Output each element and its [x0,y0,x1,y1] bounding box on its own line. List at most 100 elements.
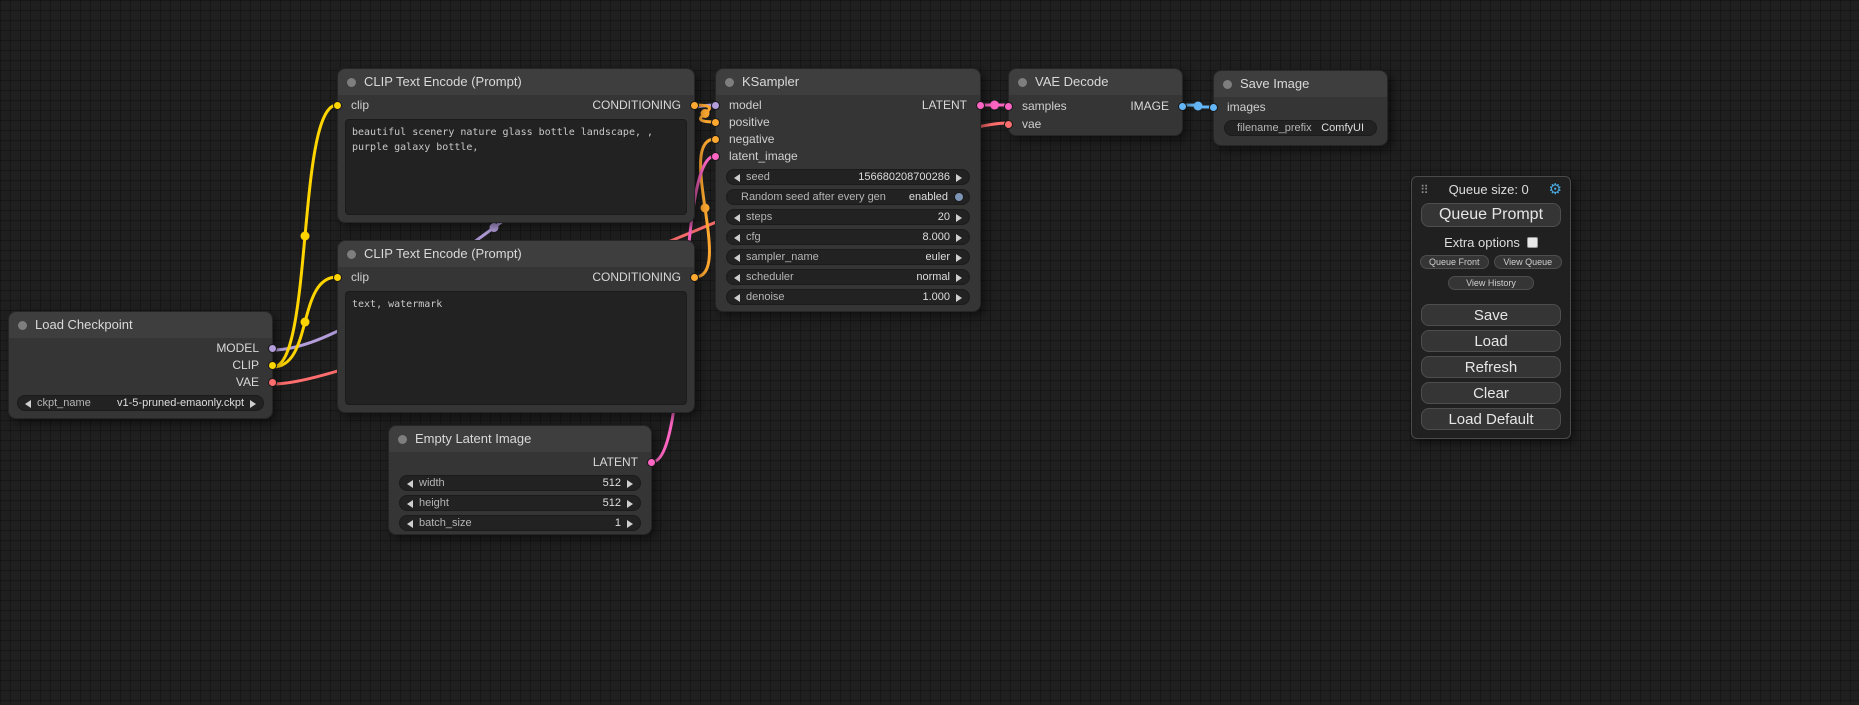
input-port-samples[interactable] [1004,102,1013,111]
increment-arrow-icon[interactable] [956,214,962,222]
increment-arrow-icon[interactable] [956,174,962,182]
widget-ckpt-name[interactable]: ckpt_name v1-5-pruned-emaonly.ckpt [17,395,264,411]
increment-arrow-icon[interactable] [956,294,962,302]
settings-gear-icon[interactable]: ⚙ [1549,182,1562,197]
widget-scheduler[interactable]: scheduler normal [726,269,970,285]
decrement-arrow-icon[interactable] [25,400,31,408]
load-button[interactable]: Load [1421,330,1561,352]
toggle-knob-icon[interactable] [954,192,964,202]
increment-arrow-icon[interactable] [956,274,962,282]
input-slot-model-label: model [716,97,762,114]
increment-arrow-icon[interactable] [627,520,633,528]
widget-width[interactable]: width 512 [399,475,641,491]
widget-denoise[interactable]: denoise 1.000 [726,289,970,305]
node-titlebar[interactable]: Load Checkpoint [9,312,272,338]
widget-cfg[interactable]: cfg 8.000 [726,229,970,245]
decrement-arrow-icon[interactable] [734,214,740,222]
node-save-image[interactable]: Save Image images filename_prefix ComfyU… [1213,70,1388,146]
collapse-dot-icon[interactable] [725,78,734,87]
decrement-arrow-icon[interactable] [407,480,413,488]
widget-value: ComfyUI [1321,122,1364,134]
output-port-latent[interactable] [976,101,985,110]
collapse-dot-icon[interactable] [347,78,356,87]
widget-name: width [419,477,445,489]
output-port-vae[interactable] [268,378,277,387]
widget-filename-prefix[interactable]: filename_prefix ComfyUI [1224,120,1377,136]
collapse-dot-icon[interactable] [18,321,27,330]
input-port-latent-image[interactable] [711,152,720,161]
view-history-button[interactable]: View History [1448,276,1534,290]
input-port-positive[interactable] [711,118,720,127]
increment-arrow-icon[interactable] [250,400,256,408]
output-port-conditioning[interactable] [690,273,699,282]
clear-button[interactable]: Clear [1421,382,1561,404]
node-vae-decode[interactable]: VAE Decode samples IMAGE vae [1008,68,1183,136]
extra-options-checkbox[interactable] [1527,237,1538,248]
queue-prompt-button[interactable]: Queue Prompt [1421,203,1561,227]
widget-sampler-name[interactable]: sampler_name euler [726,249,970,265]
increment-arrow-icon[interactable] [956,234,962,242]
decrement-arrow-icon[interactable] [407,520,413,528]
node-titlebar[interactable]: VAE Decode [1009,69,1182,95]
node-titlebar[interactable]: Empty Latent Image [389,426,651,452]
slot-row: samples IMAGE [1009,97,1182,115]
widget-name: filename_prefix [1237,122,1312,134]
output-port-conditioning[interactable] [690,101,699,110]
collapse-dot-icon[interactable] [398,435,407,444]
node-empty-latent-image[interactable]: Empty Latent Image LATENT width 512 heig… [388,425,652,535]
queue-panel: ⠿ Queue size: 0 ⚙ Queue Prompt Extra opt… [1411,176,1571,439]
decrement-arrow-icon[interactable] [734,174,740,182]
slot-row: MODEL [9,340,272,357]
queue-front-button[interactable]: Queue Front [1420,255,1489,269]
collapse-dot-icon[interactable] [1018,78,1027,87]
node-clip-text-encode-positive[interactable]: CLIP Text Encode (Prompt) clip CONDITION… [337,68,695,223]
input-port-clip[interactable] [333,273,342,282]
slot-row: LATENT [389,454,651,471]
node-ksampler[interactable]: KSampler model LATENT positive negative … [715,68,981,312]
prompt-textarea[interactable]: text, watermark [345,291,687,405]
node-clip-text-encode-negative[interactable]: CLIP Text Encode (Prompt) clip CONDITION… [337,240,695,413]
load-default-button[interactable]: Load Default [1421,408,1561,430]
node-title: Save Image [1240,76,1309,91]
node-titlebar[interactable]: KSampler [716,69,980,95]
output-port-clip[interactable] [268,361,277,370]
output-port-model[interactable] [268,344,277,353]
widget-steps[interactable]: steps 20 [726,209,970,225]
input-port-vae[interactable] [1004,120,1013,129]
node-titlebar[interactable]: Save Image [1214,71,1387,97]
input-port-negative[interactable] [711,135,720,144]
decrement-arrow-icon[interactable] [734,254,740,262]
increment-arrow-icon[interactable] [627,480,633,488]
widget-random-seed-toggle[interactable]: Random seed after every gen enabled [726,189,970,205]
input-port-images[interactable] [1209,103,1218,112]
decrement-arrow-icon[interactable] [734,294,740,302]
view-queue-button[interactable]: View Queue [1494,255,1563,269]
input-port-clip[interactable] [333,101,342,110]
collapse-dot-icon[interactable] [347,250,356,259]
widget-seed[interactable]: seed 156680208700286 [726,169,970,185]
save-button[interactable]: Save [1421,304,1561,326]
slot-row: CLIP [9,357,272,374]
collapse-dot-icon[interactable] [1223,80,1232,89]
node-canvas[interactable]: Load Checkpoint MODEL CLIP VAE ckpt_name… [0,0,1859,705]
node-titlebar[interactable]: CLIP Text Encode (Prompt) [338,69,694,95]
node-title: KSampler [742,74,799,89]
refresh-button[interactable]: Refresh [1421,356,1561,378]
decrement-arrow-icon[interactable] [734,234,740,242]
input-slot-positive-label: positive [716,114,770,131]
widget-name: denoise [746,291,785,303]
prompt-textarea[interactable]: beautiful scenery nature glass bottle la… [345,119,687,215]
increment-arrow-icon[interactable] [627,500,633,508]
drag-handle-icon[interactable]: ⠿ [1420,183,1429,197]
widget-height[interactable]: height 512 [399,495,641,511]
output-port-image[interactable] [1178,102,1187,111]
output-port-latent[interactable] [647,458,656,467]
node-titlebar[interactable]: CLIP Text Encode (Prompt) [338,241,694,267]
input-port-model[interactable] [711,101,720,110]
node-load-checkpoint[interactable]: Load Checkpoint MODEL CLIP VAE ckpt_name… [8,311,273,419]
decrement-arrow-icon[interactable] [407,500,413,508]
input-slot-clip-label: clip [338,97,369,114]
increment-arrow-icon[interactable] [956,254,962,262]
decrement-arrow-icon[interactable] [734,274,740,282]
widget-batch-size[interactable]: batch_size 1 [399,515,641,531]
